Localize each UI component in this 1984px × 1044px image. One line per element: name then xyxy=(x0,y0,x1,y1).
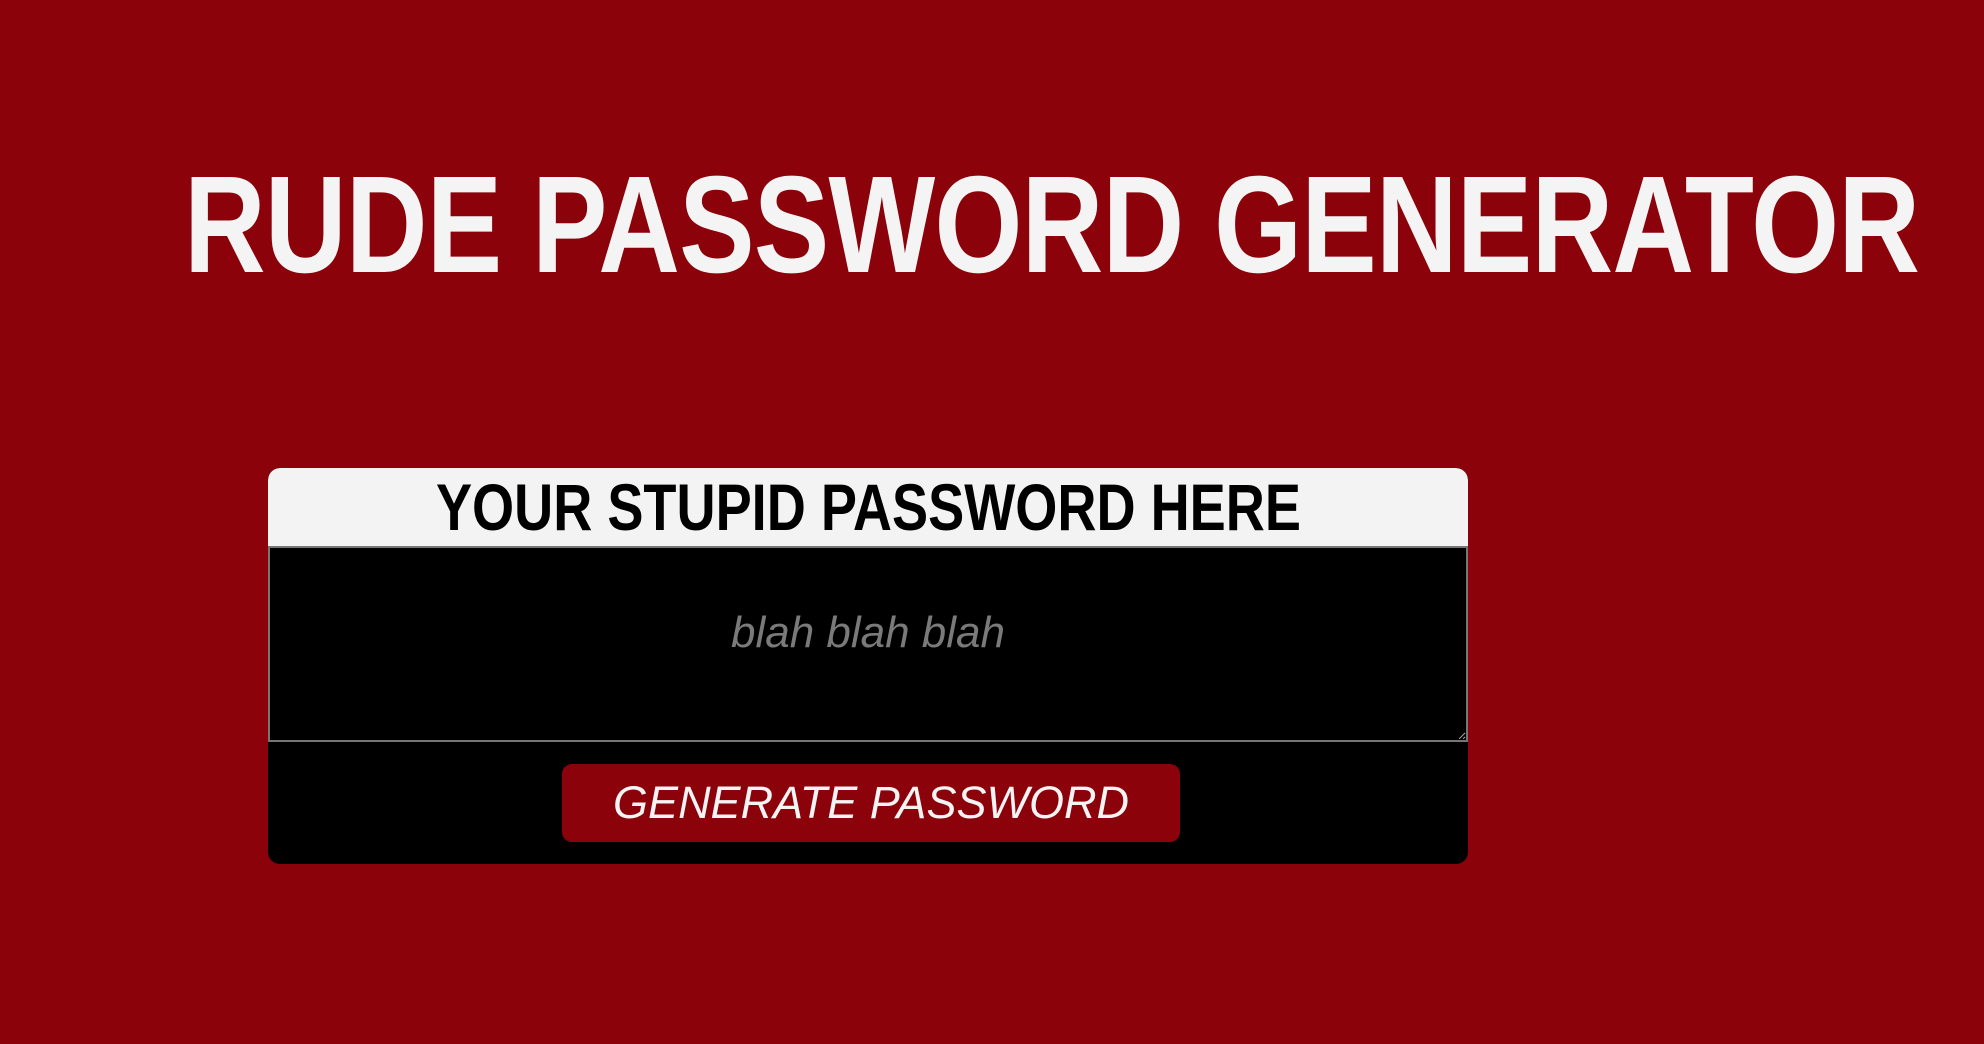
password-card: YOUR STUPID PASSWORD HERE GENERATE PASSW… xyxy=(268,468,1468,864)
generate-password-button[interactable]: GENERATE PASSWORD xyxy=(562,764,1180,842)
card-header: YOUR STUPID PASSWORD HERE xyxy=(268,468,1468,546)
card-header-title: YOUR STUPID PASSWORD HERE xyxy=(435,470,1301,544)
page-title: RUDE PASSWORD GENERATOR xyxy=(184,148,1920,302)
password-output-field[interactable] xyxy=(268,546,1468,742)
